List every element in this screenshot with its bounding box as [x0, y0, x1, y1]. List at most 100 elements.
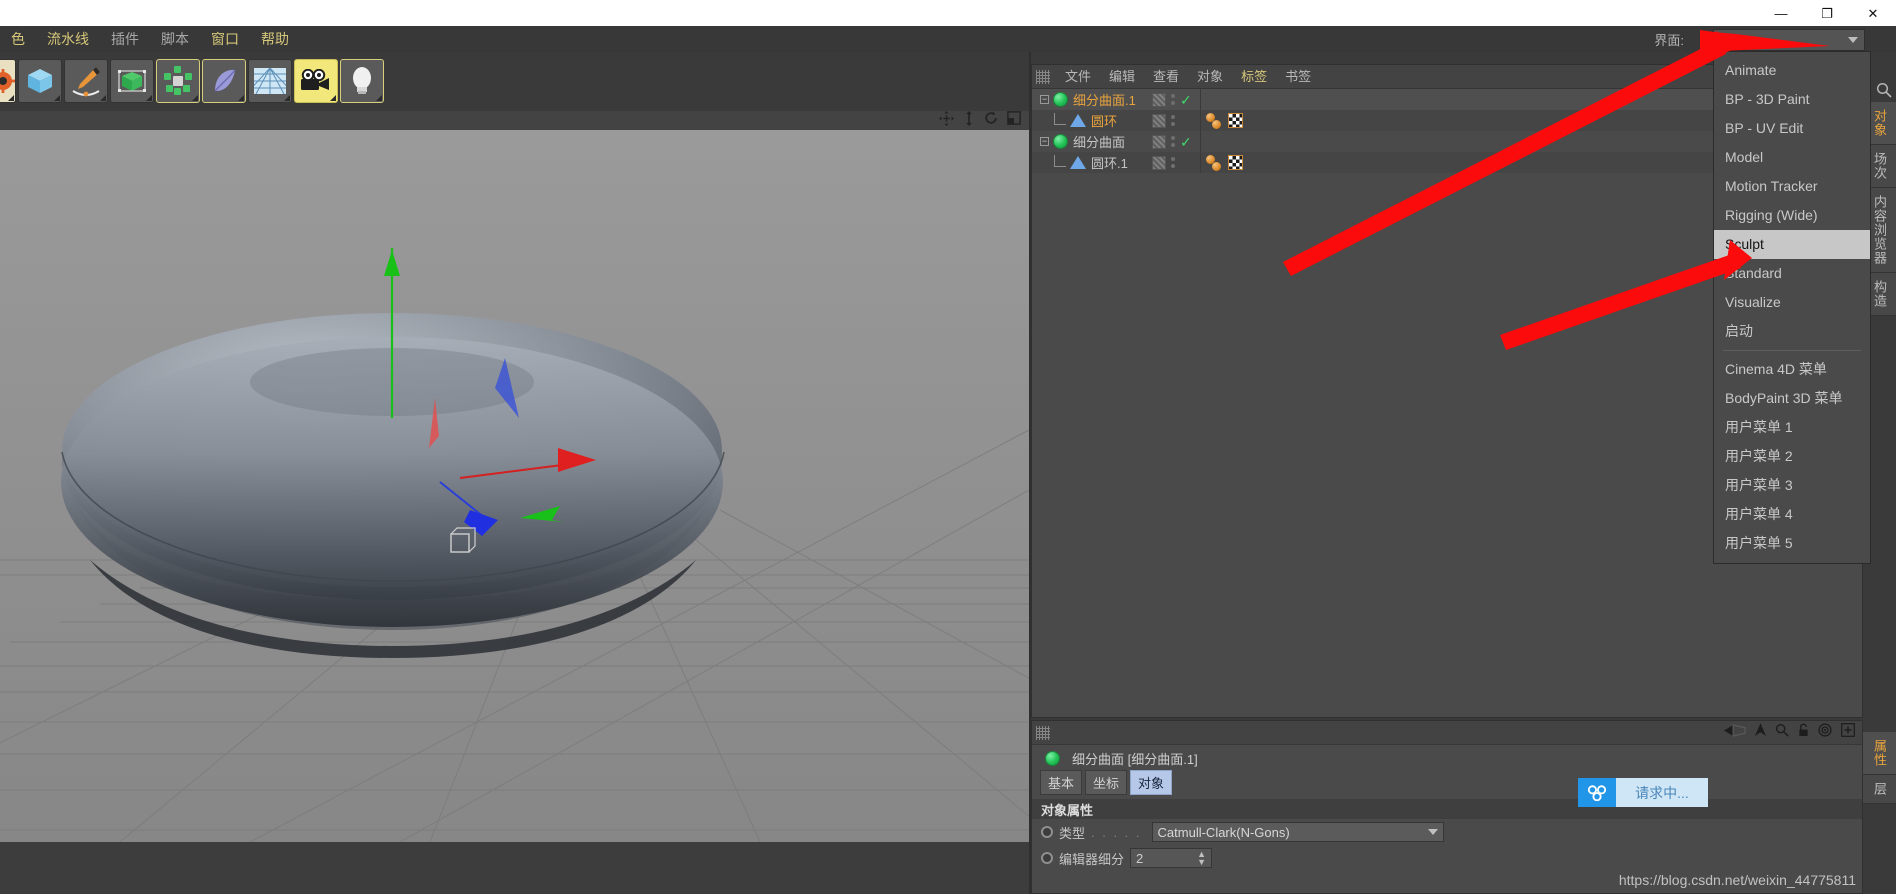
material-tag[interactable] [1212, 119, 1221, 129]
layout-option-13[interactable]: 用户菜单 2 [1714, 442, 1870, 471]
layout-option-14[interactable]: 用户菜单 3 [1714, 471, 1870, 500]
attribute-field-editor-subdivision[interactable]: 编辑器细分 2 ▲ ▼ [1032, 845, 1862, 871]
enabled-check-icon[interactable]: ✓ [1180, 93, 1192, 107]
layout-option-0[interactable]: Animate [1714, 56, 1870, 85]
camera-icon[interactable] [294, 59, 338, 103]
stepper-arrows-icon[interactable]: ▲ ▼ [1197, 850, 1206, 867]
search-icon[interactable] [1876, 82, 1892, 103]
menu-item-3[interactable]: 脚本 [150, 26, 200, 52]
object-row-tags[interactable] [1206, 110, 1243, 131]
radio-icon[interactable] [1041, 826, 1053, 838]
minimize-button[interactable]: — [1758, 0, 1804, 26]
layout-option-10[interactable]: Cinema 4D 菜单 [1714, 355, 1870, 384]
restore-button[interactable]: ❐ [1804, 0, 1850, 26]
layout-option-3[interactable]: Model [1714, 143, 1870, 172]
object-row-tags[interactable] [1206, 152, 1243, 173]
field-label: 编辑器细分 [1059, 851, 1125, 867]
object-row-tree: 圆环 [1032, 110, 1148, 131]
floor-grid-icon[interactable] [248, 59, 292, 103]
interface-layout-value: 启动 [1720, 33, 1747, 49]
object-row-visibility-cell[interactable] [1152, 152, 1200, 173]
subdivision-surface-icon [1053, 92, 1068, 107]
pan-view-icon[interactable] [939, 110, 954, 131]
object-menu-5[interactable]: 书签 [1276, 65, 1320, 89]
layout-option-11[interactable]: BodyPaint 3D 菜单 [1714, 384, 1870, 413]
attribute-tab-1[interactable]: 坐标 [1085, 769, 1128, 795]
right-tab-bottom-1[interactable]: 层 [1863, 775, 1896, 804]
object-menu-1[interactable]: 编辑 [1100, 65, 1144, 89]
visibility-dots-icon[interactable] [1171, 157, 1175, 168]
attribute-field-type[interactable]: 类型 . . . . . Catmull-Clark(N-Gons) [1032, 819, 1862, 845]
layout-option-7[interactable]: Standard [1714, 259, 1870, 288]
viewport-3d[interactable] [0, 130, 1029, 842]
pointer-up-icon[interactable] [1755, 723, 1766, 742]
history-back-icon[interactable] [1724, 723, 1746, 742]
enabled-check-icon[interactable]: ✓ [1180, 135, 1192, 149]
lock-icon[interactable] [1798, 723, 1809, 742]
add-panel-icon[interactable] [1841, 723, 1855, 742]
material-tag[interactable] [1212, 161, 1221, 171]
layer-color-icon[interactable] [1152, 134, 1166, 149]
right-tabs-bottom: 属性层 [1863, 732, 1896, 804]
radio-icon[interactable] [1041, 852, 1053, 864]
cube-primitive-icon[interactable] [18, 59, 62, 103]
menu-item-5[interactable]: 帮助 [250, 26, 300, 52]
layout-option-9[interactable]: 启动 [1714, 317, 1870, 346]
settings-gear-icon[interactable] [0, 59, 16, 103]
menu-item-0[interactable]: 色 [0, 26, 36, 52]
layout-option-6[interactable]: Sculpt [1714, 230, 1870, 259]
visibility-dots-icon[interactable] [1171, 94, 1175, 105]
attribute-tab-2[interactable]: 对象 [1130, 769, 1173, 795]
layout-option-4[interactable]: Motion Tracker [1714, 172, 1870, 201]
object-menu-4[interactable]: 标签 [1232, 65, 1276, 89]
layout-option-5[interactable]: Rigging (Wide) [1714, 201, 1870, 230]
light-icon[interactable] [340, 59, 384, 103]
texture-tag[interactable] [1228, 113, 1243, 128]
close-button[interactable]: ✕ [1850, 0, 1896, 26]
layer-color-icon[interactable] [1152, 113, 1166, 128]
pen-spline-icon[interactable] [64, 59, 108, 103]
object-menu-3[interactable]: 对象 [1188, 65, 1232, 89]
layout-option-12[interactable]: 用户菜单 1 [1714, 413, 1870, 442]
rotate-view-icon[interactable] [984, 111, 998, 130]
visibility-dots-icon[interactable] [1171, 115, 1175, 126]
subdivision-array-icon[interactable] [156, 59, 200, 103]
object-menu-0[interactable]: 文件 [1056, 65, 1100, 89]
panel-grip-icon[interactable] [1036, 69, 1050, 84]
editor-subdivision-stepper[interactable]: 2 ▲ ▼ [1130, 848, 1213, 868]
layer-color-icon[interactable] [1152, 92, 1166, 107]
interface-layout-combobox[interactable]: 启动 [1713, 29, 1865, 51]
layout-option-16[interactable]: 用户菜单 5 [1714, 529, 1870, 558]
layout-option-15[interactable]: 用户菜单 4 [1714, 500, 1870, 529]
expand-collapse-icon[interactable]: − [1040, 95, 1049, 104]
dolly-view-icon[interactable] [963, 110, 975, 131]
target-icon[interactable] [1818, 723, 1832, 742]
expand-collapse-icon[interactable]: − [1040, 137, 1049, 146]
interface-layout-dropdown[interactable]: Animate BP - 3D Paint BP - UV Edit Model Mot… [1713, 51, 1871, 564]
visibility-dots-icon[interactable] [1171, 136, 1175, 147]
right-tab-bottom-0[interactable]: 属性 [1863, 732, 1896, 775]
dot-leader: . . . . . [1091, 824, 1142, 840]
bend-deformer-icon[interactable] [202, 59, 246, 103]
object-menu-2[interactable]: 查看 [1144, 65, 1188, 89]
deformer-cube-icon[interactable] [110, 59, 154, 103]
attribute-tool-icons [1724, 723, 1862, 742]
object-row-visibility-cell[interactable] [1152, 110, 1200, 131]
object-row-visibility-cell[interactable]: ✓ [1152, 131, 1200, 152]
panel-grip-icon[interactable] [1036, 725, 1050, 740]
texture-tag[interactable] [1228, 155, 1243, 170]
maximize-view-icon[interactable] [1007, 111, 1021, 130]
subdivision-type-select[interactable]: Catmull-Clark(N-Gons) [1151, 822, 1444, 842]
layout-option-2[interactable]: BP - UV Edit [1714, 114, 1870, 143]
layer-color-icon[interactable] [1152, 155, 1166, 170]
layout-option-8[interactable]: Visualize [1714, 288, 1870, 317]
status-badge[interactable]: 请求中... [1578, 778, 1708, 807]
attribute-tabs[interactable]: 基本 坐标 对象 [1032, 769, 1862, 795]
search-icon[interactable] [1775, 723, 1789, 742]
object-row-visibility-cell[interactable]: ✓ [1152, 89, 1200, 110]
menu-item-1[interactable]: 流水线 [36, 26, 100, 52]
layout-option-1[interactable]: BP - 3D Paint [1714, 85, 1870, 114]
menu-item-4[interactable]: 窗口 [200, 26, 250, 52]
menu-item-2[interactable]: 插件 [100, 26, 150, 52]
attribute-tab-0[interactable]: 基本 [1040, 769, 1083, 795]
